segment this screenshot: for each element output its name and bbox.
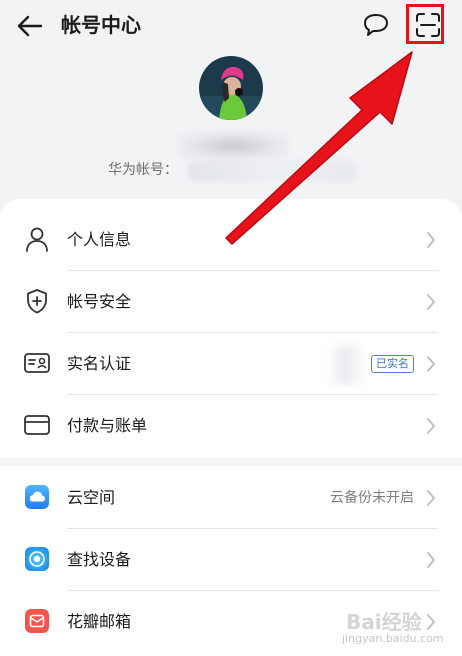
menu-item-personal-info[interactable]: 个人信息 (0, 209, 462, 271)
menu-item-find-device[interactable]: 查找设备 (0, 529, 462, 591)
cloud-backup-status: 云备份未开启 (330, 490, 414, 506)
id-card-icon (22, 348, 52, 378)
chat-bubble-icon (364, 14, 388, 36)
menu-item-label: 帐号安全 (67, 292, 132, 311)
menu-item-cloud-space[interactable]: 云空间 云备份未开启 (0, 467, 462, 529)
chevron-right-icon (427, 490, 435, 506)
highlight-box (406, 4, 444, 44)
mail-icon (22, 606, 52, 636)
message-button[interactable] (361, 10, 391, 40)
menu-item-label: 付款与账单 (67, 416, 148, 435)
menu-item-label: 个人信息 (67, 230, 132, 249)
account-label: 华为帐号： (108, 162, 178, 178)
back-arrow-icon (17, 15, 43, 37)
menu-item-account-security[interactable]: 帐号安全 (0, 271, 462, 333)
person-icon (22, 224, 52, 254)
watermark-logo-text: Bai经验 (346, 610, 422, 634)
menu-item-payment-billing[interactable]: 付款与账单 (0, 395, 462, 457)
verified-badge: 已实名 (371, 355, 414, 373)
account-menu-card: 个人信息 帐号安全 实名认证 付款与账单 (0, 199, 462, 458)
chevron-right-icon (427, 552, 435, 568)
menu-item-label: 实名认证 (67, 354, 132, 373)
chevron-right-icon (427, 418, 435, 434)
card-icon (22, 410, 52, 440)
shield-icon (22, 286, 52, 316)
chevron-right-icon (427, 294, 435, 310)
back-button[interactable] (14, 10, 46, 42)
watermark-url: jingyan.baidu.com (342, 632, 444, 645)
menu-item-label: 云空间 (67, 488, 116, 507)
chevron-right-icon (427, 356, 435, 372)
account-id-blurred (188, 160, 356, 182)
find-device-icon (22, 544, 52, 574)
menu-item-label: 花瓣邮箱 (67, 612, 132, 631)
page-title: 帐号中心 (61, 13, 141, 37)
account-name-blurred (178, 132, 288, 160)
avatar[interactable] (199, 56, 263, 120)
cloud-icon (22, 482, 52, 512)
menu-item-label: 查找设备 (67, 550, 132, 569)
real-name-blurred (326, 345, 366, 385)
chevron-right-icon (427, 232, 435, 248)
header: 帐号中心 华为帐号： (0, 0, 462, 195)
watermark: Bai经验 jingyan.baidu.com (330, 606, 460, 652)
